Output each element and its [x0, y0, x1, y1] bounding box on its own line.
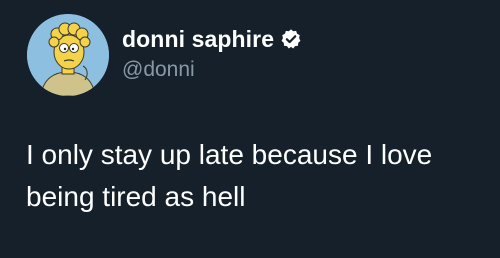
cartoon-character-avatar-icon: [27, 14, 109, 96]
tweet-card: donni saphire @donni I only stay up late…: [0, 0, 500, 258]
user-name-row: donni saphire: [122, 25, 302, 53]
avatar[interactable]: [27, 14, 109, 96]
user-handle[interactable]: @donni: [122, 57, 195, 83]
display-name[interactable]: donni saphire: [122, 25, 274, 53]
verified-badge-icon: [280, 28, 302, 50]
tweet-text: I only stay up late because I love being…: [26, 139, 433, 212]
